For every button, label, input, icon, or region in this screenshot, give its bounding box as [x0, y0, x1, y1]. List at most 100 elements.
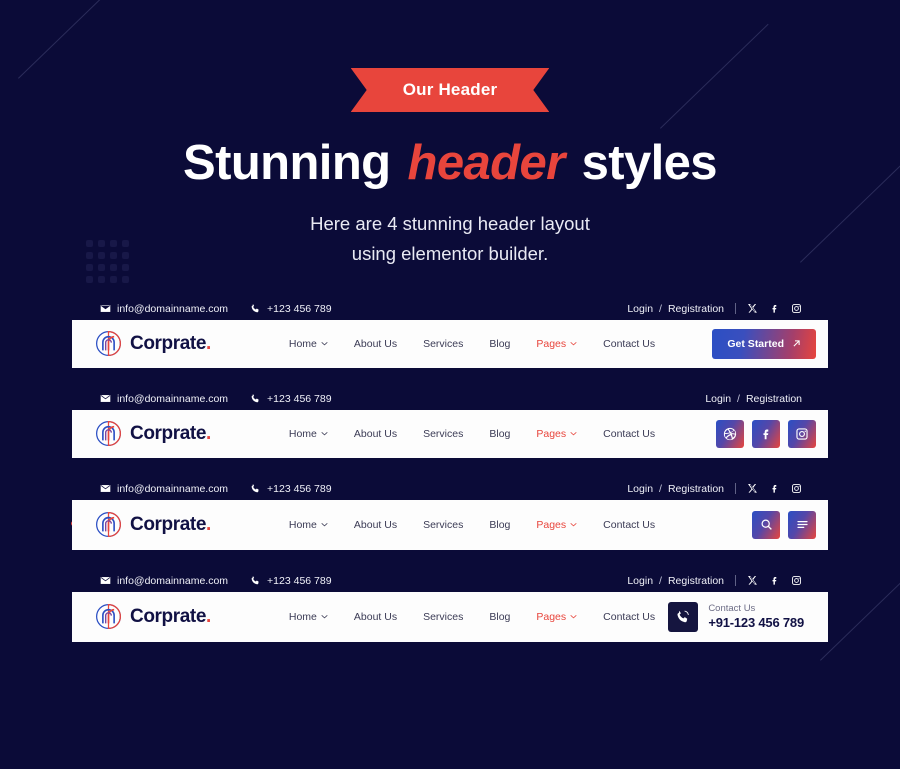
instagram-icon[interactable]	[791, 303, 802, 314]
menu-item-blog[interactable]: Blog	[489, 338, 510, 350]
topbar-contacts: info@domainname.com +123 456 789	[100, 303, 332, 315]
x-twitter-icon[interactable]	[747, 303, 758, 314]
facebook-icon	[763, 429, 769, 440]
search-button[interactable]	[752, 510, 780, 539]
menu-item-services[interactable]: Services	[423, 611, 463, 623]
dribbble-button[interactable]	[716, 419, 744, 448]
header-preview-2: info@domainname.com +123 456 789 Login /…	[72, 388, 828, 458]
social-links	[747, 483, 802, 494]
login-link[interactable]: Login	[627, 575, 653, 587]
contact-info[interactable]: Contact Us +91-123 456 789	[668, 601, 816, 632]
contact-label: Contact Us	[708, 602, 756, 614]
menu-item-contact[interactable]: Contact Us	[603, 338, 655, 350]
header-previews: info@domainname.com +123 456 789 Login /…	[0, 298, 900, 642]
menu-toggle-button[interactable]	[788, 510, 816, 539]
brand-name-text: Corprate	[130, 513, 206, 535]
menu-item-blog[interactable]: Blog	[489, 428, 510, 440]
topbar-phone[interactable]: +123 456 789	[250, 393, 332, 405]
login-link[interactable]: Login	[627, 483, 653, 495]
topbar-email-text: info@domainname.com	[117, 574, 229, 587]
auth-separator: /	[659, 302, 662, 315]
topbar-contacts: info@domainname.com +123 456 789	[100, 393, 332, 405]
chevron-down-icon	[570, 523, 577, 527]
menu-item-blog[interactable]: Blog	[489, 519, 510, 531]
facebook-icon[interactable]	[769, 483, 780, 494]
menu-item-contact[interactable]: Contact Us	[603, 428, 655, 440]
get-started-label: Get Started	[727, 337, 784, 350]
login-link[interactable]: Login	[705, 393, 731, 405]
facebook-button[interactable]	[752, 419, 780, 448]
phone-icon	[251, 484, 259, 493]
registration-link[interactable]: Registration	[668, 483, 724, 495]
menu-item-services[interactable]: Services	[423, 338, 463, 350]
x-twitter-icon[interactable]	[747, 575, 758, 586]
auth-separator: /	[659, 482, 662, 495]
get-started-button[interactable]: Get Started	[712, 328, 816, 359]
menu-item-contact[interactable]: Contact Us	[603, 611, 655, 623]
brand-name: Corprate.	[130, 514, 211, 536]
menu-item-pages[interactable]: Pages	[536, 519, 577, 531]
registration-link[interactable]: Registration	[668, 303, 724, 315]
menu-item-services[interactable]: Services	[423, 428, 463, 440]
chevron-down-icon	[570, 342, 577, 346]
menu-item-about[interactable]: About Us	[354, 338, 397, 350]
brand-name-text: Corprate	[130, 605, 206, 627]
instagram-button[interactable]	[788, 419, 816, 448]
corprate-logo-icon	[96, 421, 121, 447]
brand-logo[interactable]: Corprate.	[96, 331, 211, 357]
social-links	[747, 575, 802, 586]
menu-item-home-label: Home	[288, 337, 317, 350]
menu-item-home[interactable]: Home	[289, 519, 328, 531]
menu-item-about[interactable]: About Us	[354, 428, 397, 440]
login-link[interactable]: Login	[627, 303, 653, 315]
instagram-icon[interactable]	[791, 483, 802, 494]
brand-logo[interactable]: Corprate.	[96, 512, 211, 538]
brand-name: Corprate.	[130, 423, 211, 445]
menu-item-contact[interactable]: Contact Us	[603, 519, 655, 531]
menu-item-pages-label: Pages	[536, 518, 567, 531]
topbar-phone-text: +123 456 789	[267, 392, 332, 405]
instagram-icon[interactable]	[791, 575, 802, 586]
topbar-email-text: info@domainname.com	[117, 302, 229, 315]
menu-item-home[interactable]: Home	[289, 611, 328, 623]
headline-part-1: Stunning	[183, 136, 391, 190]
facebook-icon[interactable]	[769, 575, 780, 586]
phone-icon	[251, 394, 259, 403]
menu-item-about[interactable]: About Us	[354, 519, 397, 531]
contact-text: Contact Us +91-123 456 789	[708, 603, 804, 631]
menu-item-blog[interactable]: Blog	[489, 611, 510, 623]
topbar-right: Login / Registration	[627, 483, 802, 495]
menu-item-home[interactable]: Home	[289, 428, 328, 440]
topbar-email-text: info@domainname.com	[117, 392, 229, 405]
menu-item-services[interactable]: Services	[423, 519, 463, 531]
topbar-email[interactable]: info@domainname.com	[100, 483, 228, 495]
x-twitter-icon[interactable]	[747, 483, 758, 494]
menu-item-about[interactable]: About Us	[354, 611, 397, 623]
auth-separator: /	[659, 574, 662, 587]
facebook-icon[interactable]	[769, 303, 780, 314]
chevron-down-icon	[321, 615, 328, 619]
topbar-phone[interactable]: +123 456 789	[250, 575, 332, 587]
registration-link[interactable]: Registration	[668, 575, 724, 587]
brand-logo[interactable]: Corprate.	[96, 604, 211, 630]
brand-logo[interactable]: Corprate.	[96, 421, 211, 447]
ribbon-badge: Our Header	[351, 68, 550, 112]
topbar-phone[interactable]: +123 456 789	[250, 303, 332, 315]
menu-item-pages[interactable]: Pages	[536, 338, 577, 350]
topbar: info@domainname.com +123 456 789 Login /…	[72, 570, 828, 592]
registration-link[interactable]: Registration	[746, 393, 802, 405]
menu-item-pages[interactable]: Pages	[536, 428, 577, 440]
topbar-email[interactable]: info@domainname.com	[100, 575, 228, 587]
topbar-email[interactable]: info@domainname.com	[100, 303, 228, 315]
menu-item-pages[interactable]: Pages	[536, 611, 577, 623]
topbar-email[interactable]: info@domainname.com	[100, 393, 228, 405]
topbar: info@domainname.com +123 456 789 Login /…	[72, 478, 828, 500]
main-menu: Home About Us Services Blog Pages Contac…	[289, 519, 655, 531]
topbar-phone[interactable]: +123 456 789	[250, 483, 332, 495]
chevron-down-icon	[570, 615, 577, 619]
navbar: Corprate. Home About Us Services Blog Pa…	[72, 409, 828, 458]
menu-item-home[interactable]: Home	[289, 338, 328, 350]
instagram-icon	[796, 428, 808, 440]
hamburger-menu-icon	[796, 521, 808, 529]
menu-item-home-label: Home	[288, 427, 317, 440]
